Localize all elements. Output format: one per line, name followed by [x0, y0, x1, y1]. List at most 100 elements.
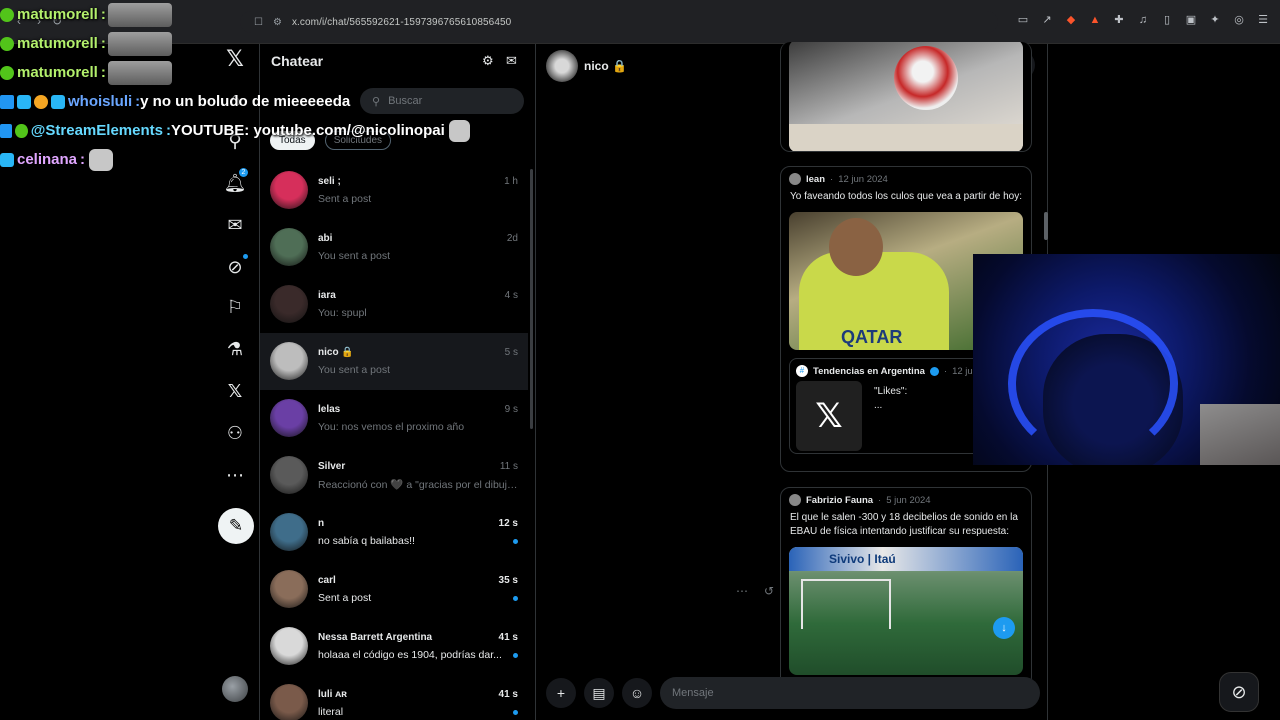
conversation-name: nico 🔒 — [318, 347, 354, 358]
stream-chat-line: celinana: — [0, 145, 470, 174]
chat-badge-icon — [51, 94, 65, 109]
post-author-avatar — [789, 494, 801, 506]
conversation-time: 35 s — [498, 575, 518, 586]
conversation-preview: You: spupl — [318, 307, 367, 319]
browser-extensions: ▭ ↗ ◆ ▲ ✚ ♫ ▯ ▣ ✦ ◎ ☰ — [1016, 13, 1270, 27]
stream-chat-line: matumorell: — [0, 29, 470, 58]
conversation-list: seli ; Sent a post 1 h abi You sent a post 2d… — [260, 162, 528, 720]
chat-separator: : — [100, 6, 106, 23]
chat-username: whoisluli — [68, 93, 133, 110]
unread-dot — [513, 710, 518, 715]
post-author[interactable]: Fabrizio Fauna — [806, 495, 873, 506]
conversation-name: abi — [318, 233, 333, 244]
bookmark-icon[interactable]: ⚐ — [222, 294, 248, 320]
conversation-name: iara — [318, 290, 336, 301]
stream-chat-line: matumorell: — [0, 0, 470, 29]
feather-icon[interactable]: ✎ — [218, 508, 254, 544]
vpn-icon[interactable]: ◎ — [1232, 13, 1246, 27]
share-icon[interactable]: ↗ — [1040, 13, 1054, 27]
menu-icon[interactable]: ☰ — [1256, 13, 1270, 27]
conversation-row[interactable]: carl Sent a post 35 s — [260, 561, 528, 618]
conversation-name: carl — [318, 575, 336, 586]
post-author[interactable]: lean — [806, 174, 825, 185]
conversation-name[interactable]: nico 🔒 — [584, 59, 627, 73]
conversation-scrollbar[interactable] — [1044, 212, 1048, 240]
grok-icon[interactable]: ⊘ — [222, 254, 248, 280]
x-premium-icon[interactable]: 𝕏 — [222, 378, 248, 404]
avatar[interactable] — [270, 342, 308, 380]
shared-post-card[interactable]: Fabrizio Fauna · 5 jun 2024 El que le sa… — [780, 487, 1032, 687]
conversation-row[interactable]: n no sabía q bailabas!! 12 s — [260, 504, 528, 561]
conversation-row[interactable]: lelas You: nos vemos el proximo año 9 s — [260, 390, 528, 447]
conversation-row[interactable]: Nessa Barrett Argentina holaaa el código … — [260, 618, 528, 675]
conversation-preview: Reaccionó con 🖤 a "gracias por el dibuji… — [318, 479, 518, 491]
conversation-preview: You sent a post — [318, 364, 391, 376]
avatar[interactable] — [270, 513, 308, 551]
conversation-row[interactable]: abi You sent a post 2d — [260, 219, 528, 276]
avatar[interactable] — [270, 171, 308, 209]
chat-username: matumorell — [17, 64, 98, 81]
chat-username: celinana — [17, 151, 78, 168]
chat-badge-icon — [0, 94, 14, 109]
avatar[interactable] — [270, 627, 308, 665]
leo-icon[interactable]: ✦ — [1208, 13, 1222, 27]
grok-icon[interactable]: ⊘ — [1219, 672, 1259, 712]
chat-username: matumorell — [17, 6, 98, 23]
conversation-time: 12 s — [498, 518, 518, 529]
account-avatar[interactable] — [222, 676, 248, 702]
dm-scrollbar[interactable] — [530, 169, 533, 429]
message-input[interactable]: Mensaje — [660, 677, 1040, 709]
post-date: 5 jun 2024 — [886, 494, 931, 506]
scroll-down-icon[interactable]: ↓ — [993, 617, 1015, 639]
more-icon[interactable]: ⋯ — [736, 584, 748, 598]
x-logo-icon: 𝕏 — [815, 397, 843, 435]
add-icon[interactable]: + — [546, 678, 576, 708]
avatar[interactable] — [270, 228, 308, 266]
react-icon[interactable]: ↺ — [764, 584, 774, 598]
conversation-avatar[interactable] — [546, 50, 578, 82]
gif-icon[interactable]: ▤ — [584, 678, 614, 708]
emoji-icon[interactable]: ☺ — [622, 678, 652, 708]
message-composer: + ▤ ☺ Mensaje — [546, 676, 1040, 710]
post-media[interactable] — [789, 42, 1023, 151]
avatar[interactable] — [270, 399, 308, 437]
conversation-name: Nessa Barrett Argentina — [318, 632, 433, 643]
more-icon[interactable]: ⋯ — [222, 462, 248, 488]
shared-post-card[interactable] — [780, 42, 1032, 152]
chat-emote-icon — [448, 119, 471, 142]
conversation-row[interactable]: iara You: spupl 4 s — [260, 276, 528, 333]
webcam-overlay — [973, 254, 1280, 465]
avatar[interactable] — [270, 684, 308, 720]
chat-emote-icon — [107, 2, 172, 27]
chat-badge-icon — [0, 36, 14, 51]
brave-rewards-icon[interactable]: ▲ — [1088, 13, 1102, 27]
post-media[interactable]: Sivivo | Itaú ↓ — [789, 547, 1023, 675]
conversation-preview: You sent a post — [318, 250, 391, 262]
mail-icon[interactable]: ✉ — [222, 212, 248, 238]
person-icon[interactable]: ⚇ — [222, 420, 248, 446]
wallet-icon[interactable]: ▣ — [1184, 13, 1198, 27]
music-icon[interactable]: ♫ — [1136, 13, 1150, 27]
avatar[interactable] — [270, 456, 308, 494]
sidebar-icon[interactable]: ▯ — [1160, 13, 1174, 27]
conversation-preview: literal — [318, 706, 344, 718]
avatar[interactable] — [270, 570, 308, 608]
lock-icon: 🔒 — [612, 59, 627, 73]
brave-shield-icon[interactable]: ◆ — [1064, 13, 1078, 27]
conversation-row[interactable]: luli ᴀʀ literal 41 s — [260, 675, 528, 720]
flask-icon[interactable]: ⚗ — [222, 336, 248, 362]
avatar[interactable] — [270, 285, 308, 323]
new-message-icon[interactable]: ✉ — [506, 53, 517, 69]
conversation-name-text: nico — [584, 59, 609, 73]
quoted-text: "Likes": ... — [874, 385, 907, 413]
conversation-row[interactable]: nico 🔒 You sent a post 5 s — [260, 333, 528, 390]
chat-badge-icon — [0, 123, 13, 138]
screen-icon[interactable]: ▭ — [1016, 13, 1030, 27]
conversation-name: luli ᴀʀ — [318, 689, 347, 700]
conversation-preview: Sent a post — [318, 592, 372, 604]
conversation-preview: Sent a post — [318, 193, 372, 205]
conversation-row[interactable]: Silver Reaccionó con 🖤 a "gracias por el … — [260, 447, 528, 504]
settings-gear-icon[interactable]: ⚙ — [482, 53, 494, 69]
conversation-name: seli ; — [318, 176, 341, 187]
extensions-icon[interactable]: ✚ — [1112, 13, 1126, 27]
